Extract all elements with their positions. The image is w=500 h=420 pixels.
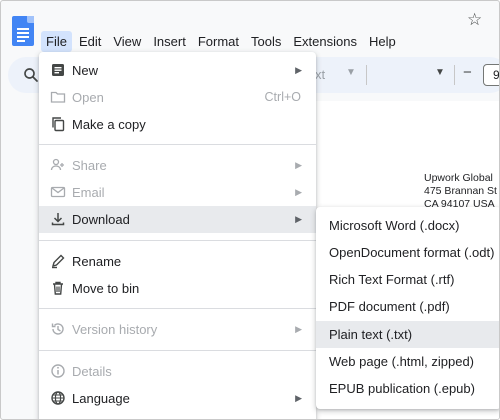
menu-help[interactable]: Help — [364, 31, 401, 52]
menu-item-label: Download — [72, 212, 130, 227]
menu-format[interactable]: Format — [193, 31, 244, 52]
download-icon — [51, 213, 65, 226]
submenu-item-label: PDF document (.pdf) — [329, 299, 450, 314]
menu-item-label: Share — [72, 158, 107, 173]
font-dropdown-icon[interactable]: ▼ — [346, 67, 356, 78]
menu-item-label: Version history — [72, 322, 158, 337]
menu-extensions[interactable]: Extensions — [288, 31, 362, 52]
download-txt[interactable]: Plain text (.txt) — [316, 321, 499, 348]
menu-item-open[interactable]: Open Ctrl+O — [39, 84, 316, 111]
submenu-arrow-icon: ▶ — [295, 214, 302, 224]
address-line: Upwork Global — [424, 172, 493, 184]
menu-item-label: New — [72, 63, 99, 78]
download-html[interactable]: Web page (.html, zipped) — [316, 348, 499, 375]
submenu-item-label: EPUB publication (.epub) — [329, 381, 475, 396]
address-line: 475 Brannan St — [424, 185, 497, 197]
menu-item-label: Rename — [72, 254, 122, 269]
share-person-icon — [50, 158, 64, 171]
pencil-icon — [51, 254, 65, 269]
menu-divider — [39, 144, 316, 145]
font-select[interactable]: xt — [315, 67, 325, 82]
file-menu: New ▶ Open Ctrl+O Make a copy Share ▶ Em… — [39, 52, 316, 419]
menu-item-move-to-bin[interactable]: Move to bin — [39, 275, 316, 302]
shortcut-label: Ctrl+O — [264, 90, 301, 104]
menu-insert[interactable]: Insert — [148, 31, 191, 52]
download-docx[interactable]: Microsoft Word (.docx) — [316, 212, 499, 239]
download-epub[interactable]: EPUB publication (.epub) — [316, 375, 499, 402]
submenu-arrow-icon: ▶ — [295, 324, 302, 334]
submenu-arrow-icon: ▶ — [295, 187, 302, 197]
style-dropdown-icon[interactable]: ▼ — [435, 67, 445, 78]
menu-item-make-copy[interactable]: Make a copy — [39, 111, 316, 138]
folder-icon — [50, 91, 66, 103]
menu-divider — [39, 350, 316, 351]
menu-item-download[interactable]: Download ▶ — [39, 206, 316, 233]
decrease-font-size-button[interactable]: − — [463, 64, 472, 81]
toolbar-divider — [366, 65, 367, 85]
document-icon — [52, 64, 64, 76]
menu-divider — [39, 240, 316, 241]
menu-tools[interactable]: Tools — [246, 31, 286, 52]
submenu-arrow-icon: ▶ — [295, 160, 302, 170]
submenu-arrow-icon: ▶ — [295, 65, 302, 75]
submenu-item-label: Rich Text Format (.rtf) — [329, 272, 455, 287]
docs-logo-icon[interactable] — [12, 16, 34, 46]
star-icon[interactable]: ☆ — [467, 10, 482, 30]
menu-item-version-history[interactable]: Version history ▶ — [39, 316, 316, 343]
menu-item-label: Open — [72, 90, 104, 105]
info-icon — [51, 364, 65, 378]
submenu-arrow-icon: ▶ — [295, 393, 302, 403]
download-pdf[interactable]: PDF document (.pdf) — [316, 293, 499, 320]
menu-bar: File Edit View Insert Format Tools Exten… — [41, 30, 403, 52]
menu-item-rename[interactable]: Rename — [39, 248, 316, 275]
document-address: Upwork Global 475 Brannan St CA 94107 US… — [424, 172, 497, 211]
menu-item-share[interactable]: Share ▶ — [39, 152, 316, 179]
submenu-item-label: Microsoft Word (.docx) — [329, 218, 460, 233]
app-window: ☆ File Edit View Insert Format Tools Ext… — [0, 0, 500, 420]
submenu-item-label: Plain text (.txt) — [329, 327, 413, 342]
menu-item-label: Move to bin — [72, 281, 140, 296]
menu-edit[interactable]: Edit — [74, 31, 106, 52]
font-size-input[interactable]: 9 — [483, 64, 499, 86]
menu-item-email[interactable]: Email ▶ — [39, 179, 316, 206]
search-icon[interactable] — [22, 66, 40, 84]
menu-item-label: Make a copy — [72, 117, 146, 132]
email-icon — [50, 186, 66, 198]
menu-item-label: Details — [72, 364, 112, 379]
menu-item-label: Language — [72, 391, 130, 406]
submenu-item-label: OpenDocument format (.odt) — [329, 245, 495, 260]
menu-file[interactable]: File — [41, 30, 72, 52]
trash-icon — [53, 281, 63, 295]
menu-divider — [39, 308, 316, 309]
menu-item-details[interactable]: Details — [39, 358, 316, 385]
menu-item-language[interactable]: Language ▶ — [39, 385, 316, 412]
globe-icon — [51, 391, 65, 405]
menu-view[interactable]: View — [108, 31, 146, 52]
submenu-item-label: Web page (.html, zipped) — [329, 354, 474, 369]
menu-item-new[interactable]: New ▶ — [39, 57, 316, 84]
download-submenu: Microsoft Word (.docx) OpenDocument form… — [316, 207, 499, 409]
history-icon — [51, 323, 64, 335]
menu-item-label: Email — [72, 185, 105, 200]
download-rtf[interactable]: Rich Text Format (.rtf) — [316, 266, 499, 293]
toolbar-divider — [454, 65, 455, 85]
copy-icon — [52, 117, 65, 132]
download-odt[interactable]: OpenDocument format (.odt) — [316, 239, 499, 266]
